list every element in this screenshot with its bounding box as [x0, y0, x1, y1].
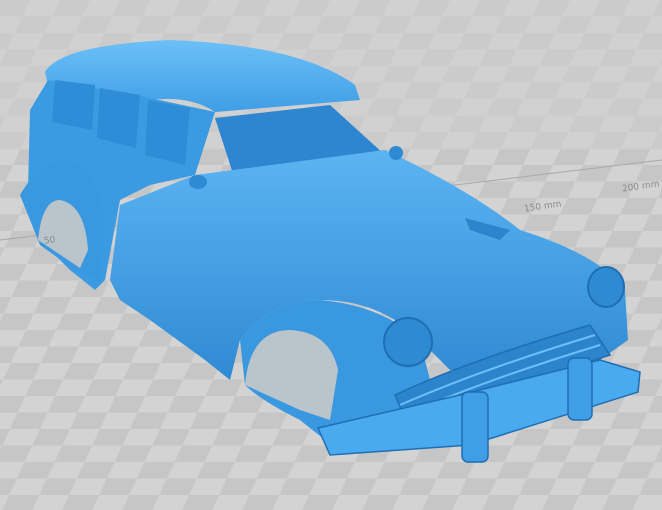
3d-viewport[interactable]: 150 mm 200 mm 50 — [0, 0, 662, 510]
model-render — [0, 0, 662, 510]
ruler-label-50: 50 — [43, 235, 57, 247]
